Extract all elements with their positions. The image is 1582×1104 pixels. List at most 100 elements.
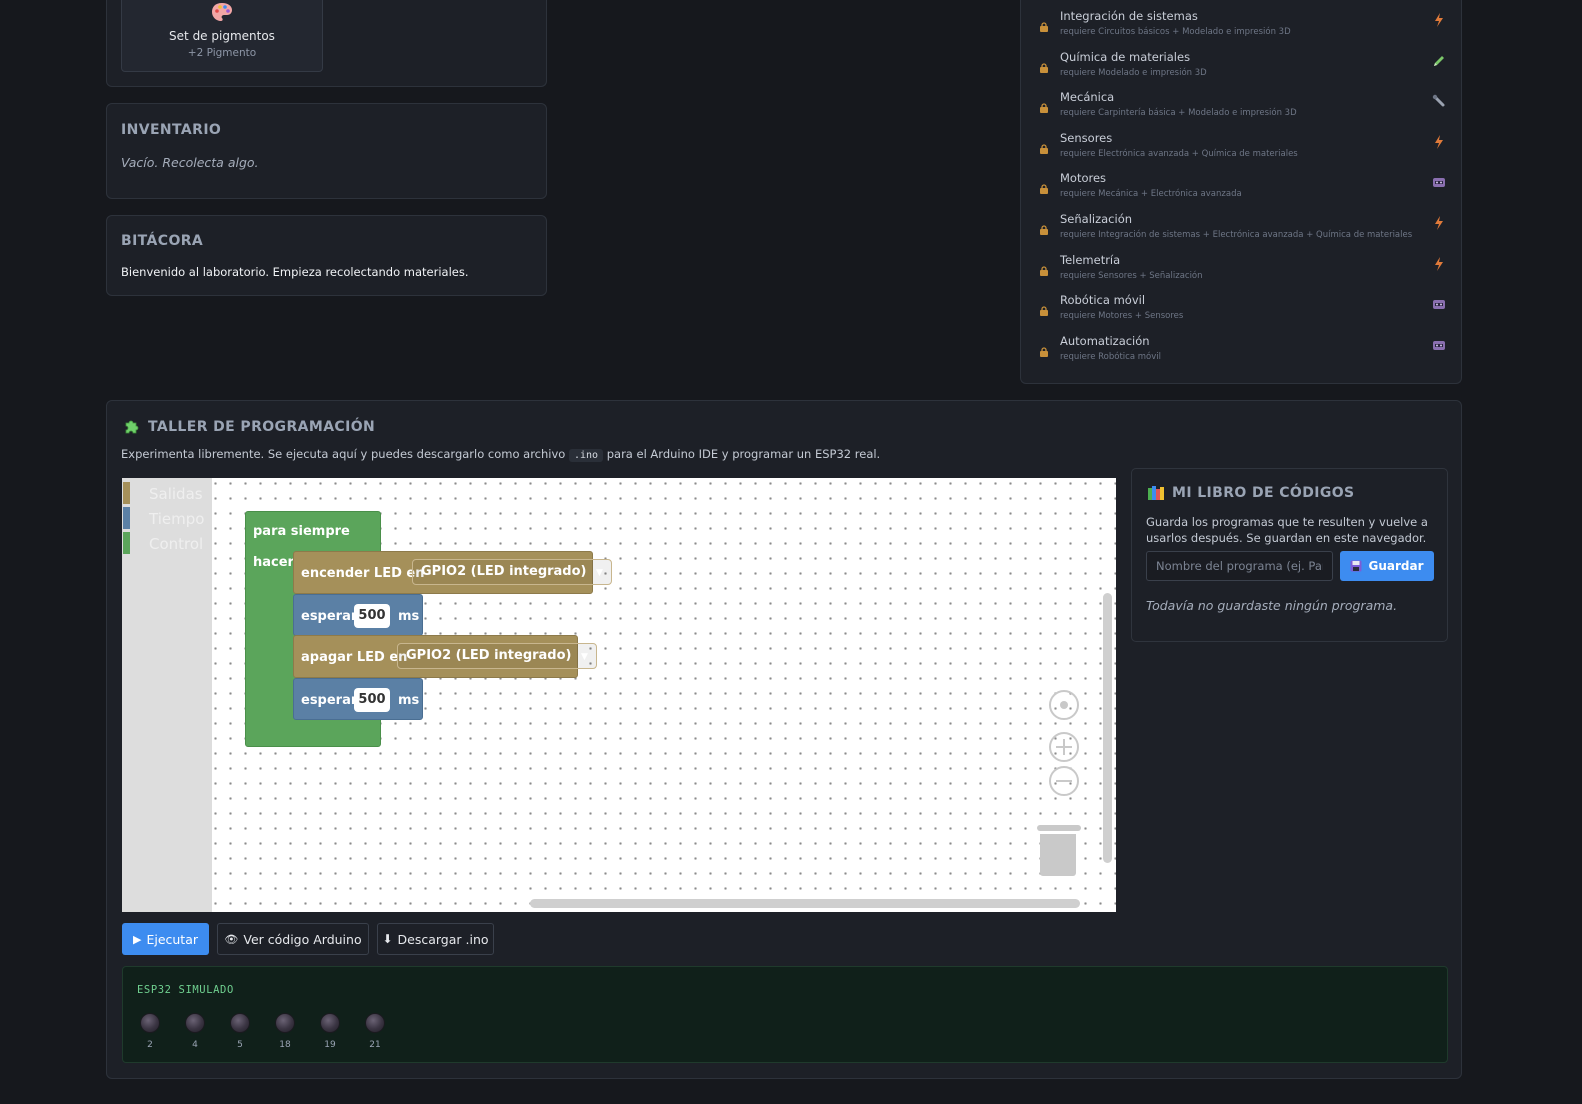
led-off-pin-value: GPIO2 (LED integrado) — [406, 648, 572, 663]
wait-ms-input-2[interactable]: 500 — [354, 688, 390, 712]
puzzle-icon — [125, 420, 139, 434]
toolbox-category[interactable]: Salidas — [122, 482, 212, 504]
program-name-input[interactable] — [1146, 551, 1333, 581]
workshop-description: Experimenta libremente. Se ejecuta aquí … — [121, 447, 880, 462]
lock-icon — [1039, 301, 1049, 317]
tech-name: Telemetría — [1060, 252, 1121, 267]
log-message: Bienvenido al laboratorio. Empieza recol… — [121, 265, 469, 279]
run-label: Ejecutar — [146, 931, 199, 947]
block-toolbox: Salidas Tiempo Control — [122, 478, 212, 912]
forever-label: para siempre — [253, 524, 350, 539]
programming-workshop: TALLER DE PROGRAMACIÓN Experimenta libre… — [106, 400, 1462, 1079]
wait-ms-input-1[interactable]: 500 — [354, 604, 390, 628]
tech-item[interactable]: Mecánica requiere Carpintería básica + Mo… — [1021, 80, 1463, 120]
run-button[interactable]: ▶ Ejecutar — [122, 923, 209, 955]
led-pin-label: 21 — [369, 1040, 381, 1050]
tech-requirement: requiere Integración de sistemas + Elect… — [1060, 230, 1413, 240]
tech-item[interactable]: Motores requiere Mecánica + Electrónica a… — [1021, 161, 1463, 201]
tech-item[interactable]: Telemetría requiere Sensores + Señalizaci… — [1021, 243, 1463, 283]
view-code-button[interactable]: 👁 Ver código Arduino — [217, 923, 369, 955]
robot-icon — [1431, 296, 1447, 312]
led-pin-label: 4 — [192, 1040, 198, 1050]
zoom-out-icon[interactable] — [1049, 766, 1079, 796]
led-off-label: apagar LED en — [301, 650, 408, 665]
floppy-icon — [1350, 560, 1362, 572]
led-pin-label: 18 — [279, 1040, 291, 1050]
toolbox-category[interactable]: Tiempo — [122, 507, 212, 529]
tech-item[interactable]: Integración de sistemas requiere Circuito… — [1021, 0, 1463, 39]
tech-item[interactable]: Química de materiales requiere Modelado e… — [1021, 40, 1463, 80]
palette-icon — [212, 3, 232, 21]
led-indicator — [275, 1013, 295, 1033]
download-label: Descargar .ino — [397, 931, 489, 947]
led-on-pin-value: GPIO2 (LED integrado) — [421, 564, 587, 579]
category-label: Tiempo — [149, 510, 205, 528]
recipe-name: Set de pigmentos — [169, 29, 275, 43]
led-pin-label: 2 — [147, 1040, 153, 1050]
recipe-reward: +2 Pigmento — [187, 47, 257, 59]
chevron-down-icon: ▼ — [596, 568, 603, 578]
vertical-scrollbar[interactable] — [1103, 593, 1112, 863]
zoom-in-icon[interactable] — [1049, 732, 1079, 762]
tech-name: Química de materiales — [1060, 49, 1191, 64]
download-arrow-icon: ⬇ — [382, 932, 393, 946]
save-label: Guardar — [1368, 559, 1424, 573]
category-color-swatch — [123, 482, 130, 504]
wait-label-1: esperar — [301, 609, 358, 624]
lightning-icon — [1431, 134, 1447, 150]
save-button[interactable]: Guardar — [1340, 551, 1434, 581]
eye-icon: 👁 — [224, 932, 239, 946]
tech-requirement: requiere Circuitos básicos + Modelado e … — [1060, 27, 1291, 37]
tech-tree-panel: Integración de sistemas requiere Circuito… — [1020, 0, 1462, 384]
led-indicator — [140, 1013, 160, 1033]
codebook-description: Guarda los programas que te resulten y v… — [1146, 515, 1428, 545]
tech-name: Automatización — [1060, 333, 1150, 348]
lock-icon — [1039, 342, 1049, 357]
workshop-title: TALLER DE PROGRAMACIÓN — [148, 418, 376, 435]
codebook-empty-text: Todavía no guardaste ningún programa. — [1146, 598, 1398, 613]
wrench-icon — [1431, 93, 1447, 109]
ino-code-chip: .ino — [568, 449, 604, 462]
recenter-icon[interactable] — [1049, 690, 1079, 720]
led-off-pin-dropdown[interactable]: GPIO2 (LED integrado) ▼ — [397, 643, 597, 669]
led-on-label: encender LED en — [301, 566, 425, 581]
codebook-panel: MI LIBRO DE CÓDIGOS Guarda los programas… — [1131, 468, 1448, 642]
led-pin-label: 5 — [237, 1040, 243, 1050]
tech-name: Sensores — [1060, 130, 1113, 145]
category-label: Control — [149, 535, 204, 553]
lightning-icon — [1431, 256, 1447, 272]
download-button[interactable]: ⬇ Descargar .ino — [377, 923, 494, 955]
trash-icon[interactable] — [1037, 825, 1081, 880]
lock-icon — [1039, 220, 1049, 235]
tech-requirement: requiere Carpintería básica + Modelado e… — [1060, 108, 1297, 119]
led-indicator — [185, 1013, 205, 1033]
inventory-panel: INVENTARIO Vacío. Recolecta algo. — [106, 103, 547, 199]
tech-name: Robótica móvil — [1060, 293, 1146, 308]
wait-label-2: esperar — [301, 693, 358, 708]
tech-item[interactable]: Sensores requiere Electrónica avanzada + … — [1021, 121, 1463, 161]
led-indicator — [365, 1013, 385, 1033]
tech-item[interactable]: Automatización requiere Robótica móvil — [1021, 324, 1463, 364]
toolbox-category[interactable]: Control — [122, 532, 212, 554]
block-workspace[interactable]: para siempre hacer encender LED en GPIO2… — [212, 478, 1116, 912]
do-label: hacer — [253, 555, 294, 570]
led-on-pin-dropdown[interactable]: GPIO2 (LED integrado) ▼ — [412, 559, 612, 585]
tech-item[interactable]: Robótica móvil requiere Motores + Sensore… — [1021, 283, 1463, 323]
tech-requirement: requiere Motores + Sensores — [1060, 311, 1184, 322]
pencil-icon — [1431, 53, 1447, 69]
tech-name: Señalización — [1060, 212, 1133, 226]
lock-icon — [1039, 58, 1049, 73]
inventory-empty-text: Vacío. Recolecta algo. — [121, 155, 259, 170]
recipe-card[interactable]: Set de pigmentos +2 Pigmento — [121, 0, 323, 72]
tech-name: Motores — [1060, 171, 1107, 186]
horizontal-scrollbar[interactable] — [530, 899, 1080, 908]
workshop-desc-text: Experimenta libremente. Se ejecuta aquí … — [121, 447, 569, 461]
tech-item[interactable]: Señalización requiere Integración de sist… — [1021, 202, 1463, 242]
block-editor[interactable]: Salidas Tiempo Control para siempre hacer … — [122, 478, 1116, 912]
lightning-icon — [1431, 12, 1447, 28]
inventory-title: INVENTARIO — [121, 122, 222, 138]
led-pin-label: 19 — [324, 1040, 336, 1050]
view-code-label: Ver código Arduino — [243, 931, 362, 947]
tech-requirement: requiere Mecánica + Electrónica avanzada — [1060, 189, 1242, 200]
category-color-swatch — [123, 532, 130, 554]
